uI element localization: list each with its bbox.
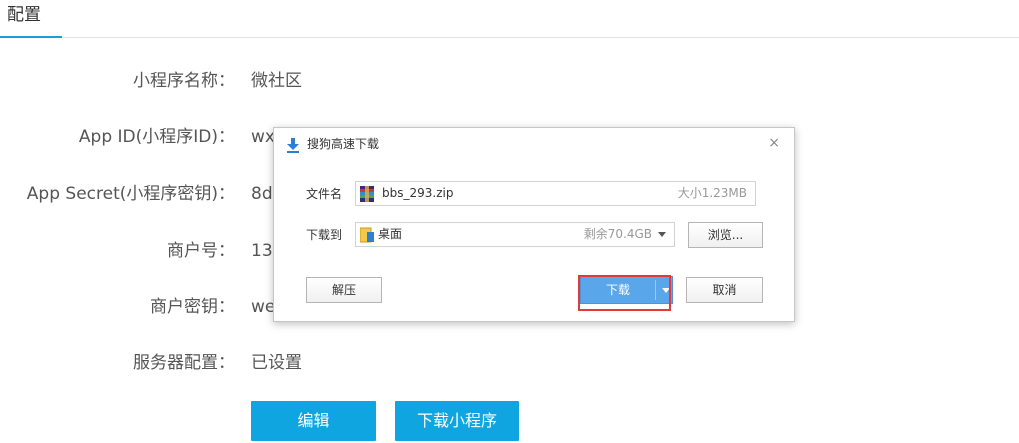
field-value: 8d [251, 184, 273, 204]
cancel-button[interactable]: 取消 [686, 277, 763, 303]
filename-value: bbs_293.zip [382, 186, 454, 200]
highlight-box [578, 275, 671, 311]
close-icon[interactable]: × [768, 134, 780, 152]
field-label: 服务器配置： [133, 353, 235, 373]
edit-button[interactable]: 编辑 [251, 401, 376, 441]
field-label: App Secret(小程序密钥)： [26, 184, 235, 204]
field-value: wx [251, 127, 275, 147]
file-size: 大小1.23MB [677, 186, 747, 200]
unzip-button[interactable]: 解压 [306, 277, 382, 303]
tab-config[interactable]: 配置 [0, 0, 62, 38]
destination-select[interactable]: 桌面 剩余70.4GB [355, 222, 675, 247]
chevron-down-icon [658, 232, 666, 237]
filename-label: 文件名 [306, 187, 343, 201]
folder-icon [360, 227, 374, 243]
download-mini-program-button[interactable]: 下载小程序 [395, 401, 519, 441]
free-space: 剩余70.4GB [583, 227, 652, 241]
field-label: 商户密钥： [150, 297, 235, 317]
zip-archive-icon [360, 186, 374, 202]
destination-value: 桌面 [378, 227, 403, 241]
filename-field[interactable]: bbs_293.zip 大小1.23MB [355, 181, 756, 206]
field-value: we [251, 297, 276, 317]
field-label: App ID(小程序ID)： [78, 127, 235, 147]
download-arrow-icon [287, 138, 299, 153]
browse-button[interactable]: 浏览... [688, 222, 763, 248]
field-value: 13 [251, 241, 273, 261]
form-row-app-name: 小程序名称： 微社区 [0, 66, 1019, 96]
dialog-title: 搜狗高速下载 [307, 137, 380, 151]
save-to-label: 下载到 [306, 228, 343, 242]
field-value: 微社区 [251, 71, 302, 91]
tab-bar: 配置 [0, 0, 1019, 38]
field-value: 已设置 [251, 353, 302, 373]
field-label: 小程序名称： [133, 71, 235, 91]
download-dialog: 搜狗高速下载 × 文件名 bbs_293.zip 大小1.23MB 下载到 桌面… [273, 127, 795, 322]
form-row-server-config: 服务器配置： 已设置 [0, 348, 1019, 378]
field-label: 商户号： [167, 241, 235, 261]
